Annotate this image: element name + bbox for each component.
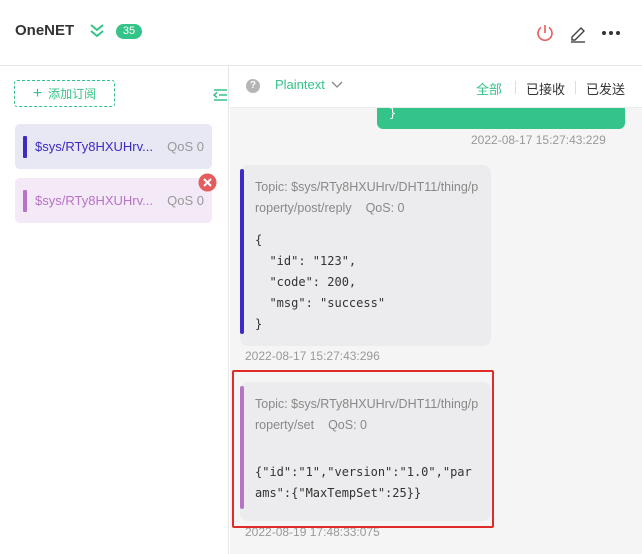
- message-qos: QoS: 0: [328, 418, 367, 432]
- tab-divider: [515, 81, 516, 94]
- payload-format-value: Plaintext: [275, 77, 325, 92]
- power-icon[interactable]: [534, 22, 556, 44]
- add-subscription-label: 添加订阅: [48, 87, 97, 101]
- message-toolbar: ? Plaintext 全部 已接收 已发送: [230, 66, 642, 108]
- message-color-bar: [240, 169, 244, 334]
- subscription-qos: QoS 0: [167, 139, 204, 154]
- filter-received-tab[interactable]: 已接收: [526, 79, 565, 98]
- message-payload: {"id":"1","version":"1.0","params":{"Max…: [255, 465, 472, 500]
- message-payload: { "id": "123", "code": 200, "msg": "succ…: [255, 233, 386, 331]
- subscription-topic: $sys/RTy8HXUHrv...: [35, 193, 153, 208]
- filter-sent-tab[interactable]: 已发送: [586, 79, 625, 98]
- double-chevron-down-icon[interactable]: [88, 22, 106, 40]
- message-color-bar: [240, 386, 244, 509]
- message-count-badge: 35: [116, 24, 142, 39]
- tab-divider: [575, 81, 576, 94]
- add-subscription-button[interactable]: + 添加订阅: [14, 80, 115, 107]
- message-time: 2022-08-17 15:27:43:296: [245, 349, 380, 363]
- subscription-sidebar: + 添加订阅 $sys/RTy8HXUHrv... QoS 0 $sys/RTy…: [0, 66, 229, 554]
- message-topic: Topic: $sys/RTy8HXUHrv/DHT11/thing/prope…: [255, 394, 480, 436]
- message-panel: ? Plaintext 全部 已接收 已发送 } 2022-08-17 15:2…: [230, 66, 642, 554]
- filter-all-tab[interactable]: 全部: [476, 79, 502, 98]
- help-icon[interactable]: ?: [246, 79, 260, 93]
- plus-icon: +: [32, 84, 43, 102]
- message-qos: QoS: 0: [365, 201, 405, 215]
- received-message-card[interactable]: Topic: $sys/RTy8HXUHrv/DHT11/thing/prope…: [240, 165, 491, 346]
- more-icon[interactable]: [600, 22, 622, 44]
- remove-subscription-icon[interactable]: [198, 173, 217, 192]
- message-time: 2022-08-19 17:48:33:075: [245, 525, 380, 539]
- connection-title: OneNET: [15, 22, 75, 39]
- topic-color-bar: [23, 190, 27, 212]
- received-message-card[interactable]: Topic: $sys/RTy8HXUHrv/DHT11/thing/prope…: [240, 382, 491, 521]
- chevron-down-icon: [331, 81, 343, 88]
- message-topic: Topic: $sys/RTy8HXUHrv/DHT11/thing/prope…: [255, 177, 480, 219]
- sent-message-time: 2022-08-17 15:27:43:229: [471, 133, 606, 147]
- subscription-topic: $sys/RTy8HXUHrv...: [35, 139, 153, 154]
- subscription-item[interactable]: $sys/RTy8HXUHrv... QoS 0: [15, 178, 212, 223]
- sent-message-bubble[interactable]: }: [377, 107, 625, 129]
- app-header: OneNET 35: [0, 0, 642, 66]
- topic-color-bar: [23, 136, 27, 158]
- subscription-qos: QoS 0: [167, 193, 204, 208]
- collapse-sidebar-icon[interactable]: [212, 87, 228, 103]
- edit-icon[interactable]: [567, 22, 589, 44]
- payload-format-select[interactable]: Plaintext: [275, 77, 343, 92]
- subscription-item[interactable]: $sys/RTy8HXUHrv... QoS 0: [15, 124, 212, 169]
